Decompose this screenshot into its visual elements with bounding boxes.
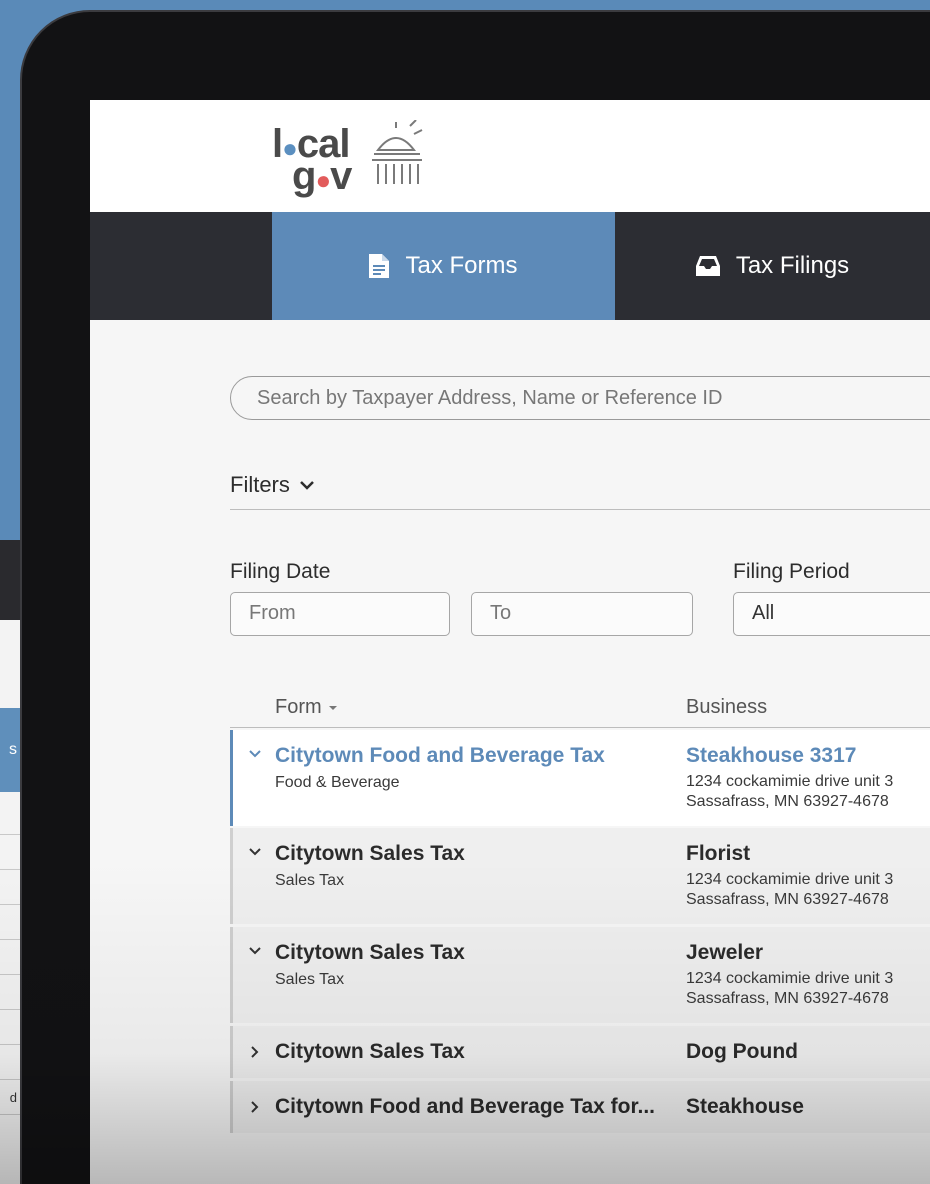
- business-name[interactable]: Dog Pound: [686, 1040, 798, 1064]
- column-header-business[interactable]: Business: [686, 696, 767, 719]
- table-row[interactable]: Citytown Food and Beverage Tax Food & Be…: [230, 730, 930, 826]
- address-line-2: Sassafrass, MN 63927-4678: [686, 990, 889, 1007]
- chevron-down-icon: [300, 481, 314, 490]
- table-row[interactable]: Citytown Food and Beverage Tax for... St…: [230, 1081, 930, 1133]
- form-name[interactable]: Citytown Sales Tax: [275, 842, 465, 866]
- filing-date-from-field[interactable]: From: [230, 592, 450, 636]
- filters-divider: [230, 509, 930, 510]
- background-tab-label: s: [9, 741, 17, 758]
- tab-tax-filings-label: Tax Filings: [735, 252, 850, 279]
- filing-period-value: All: [752, 602, 775, 624]
- chevron-down-icon[interactable]: [249, 947, 261, 955]
- background-tab: s: [0, 708, 20, 792]
- chevron-down-icon[interactable]: [249, 848, 261, 856]
- filing-period-select[interactable]: All: [733, 592, 930, 636]
- filters-toggle[interactable]: Filters: [230, 472, 314, 498]
- inbox-icon: [695, 256, 720, 276]
- tab-tax-filings[interactable]: Tax Filings: [615, 212, 930, 320]
- filing-date-label: Filing Date: [230, 560, 331, 583]
- address-line-1: 1234 cockamimie drive unit 3: [686, 773, 894, 790]
- business-name[interactable]: Florist: [686, 842, 750, 866]
- form-name[interactable]: Citytown Sales Tax: [275, 941, 465, 965]
- filters-label: Filters: [230, 472, 290, 497]
- address-line-2: Sassafrass, MN 63927-4678: [686, 793, 889, 810]
- background-row-label: d: [9, 1090, 17, 1105]
- filing-period-label: Filing Period: [733, 560, 850, 583]
- app-header: l●cal g●v: [90, 100, 930, 212]
- address-line-1: 1234 cockamimie drive unit 3: [686, 970, 894, 987]
- document-icon: [369, 254, 390, 278]
- tab-tax-forms[interactable]: Tax Forms: [272, 212, 615, 320]
- chevron-right-icon[interactable]: [251, 1046, 259, 1058]
- form-name[interactable]: Citytown Food and Beverage Tax: [275, 744, 605, 768]
- form-type: Sales Tax: [275, 971, 345, 988]
- chevron-down-icon[interactable]: [249, 750, 261, 758]
- logo-word-gov: g●v: [292, 154, 352, 198]
- capitol-building-icon: [372, 120, 423, 184]
- business-name[interactable]: Steakhouse 3317: [686, 744, 856, 768]
- form-name[interactable]: Citytown Food and Beverage Tax for...: [275, 1095, 655, 1119]
- business-address: 1234 cockamimie drive unit 3 Sassafrass,…: [686, 969, 893, 1009]
- business-name[interactable]: Steakhouse: [686, 1095, 804, 1119]
- column-header-form[interactable]: Form: [275, 696, 338, 719]
- business-name[interactable]: Jeweler: [686, 941, 763, 965]
- table-row[interactable]: Citytown Sales Tax Sales Tax Florist 123…: [230, 828, 930, 924]
- business-address: 1234 cockamimie drive unit 3 Sassafrass,…: [686, 870, 893, 910]
- background-rows: d: [0, 800, 20, 1115]
- address-line-2: Sassafrass, MN 63927-4678: [686, 891, 889, 908]
- tab-tax-forms-label: Tax Forms: [405, 252, 518, 279]
- localgov-logo[interactable]: l●cal g●v: [272, 120, 432, 200]
- form-type: Sales Tax: [275, 872, 345, 889]
- main-nav: Tax Forms Tax Filings: [90, 212, 930, 320]
- address-line-1: 1234 cockamimie drive unit 3: [686, 871, 894, 888]
- filing-date-to-field[interactable]: To: [471, 592, 693, 636]
- from-placeholder: From: [249, 602, 296, 624]
- to-placeholder: To: [490, 602, 512, 624]
- search-input[interactable]: [230, 376, 930, 420]
- sort-caret-icon: [328, 705, 337, 710]
- chevron-right-icon[interactable]: [251, 1101, 259, 1113]
- table-row[interactable]: Citytown Sales Tax Sales Tax Jeweler 123…: [230, 927, 930, 1023]
- app-screen: l●cal g●v Tax Forms Tax Filings Search b…: [90, 100, 930, 1184]
- form-name[interactable]: Citytown Sales Tax: [275, 1040, 465, 1064]
- table-row[interactable]: Citytown Sales Tax Dog Pound: [230, 1026, 930, 1078]
- business-address: 1234 cockamimie drive unit 3 Sassafrass,…: [686, 772, 893, 812]
- form-type: Food & Beverage: [275, 774, 400, 791]
- table-header: Form Business: [230, 692, 930, 728]
